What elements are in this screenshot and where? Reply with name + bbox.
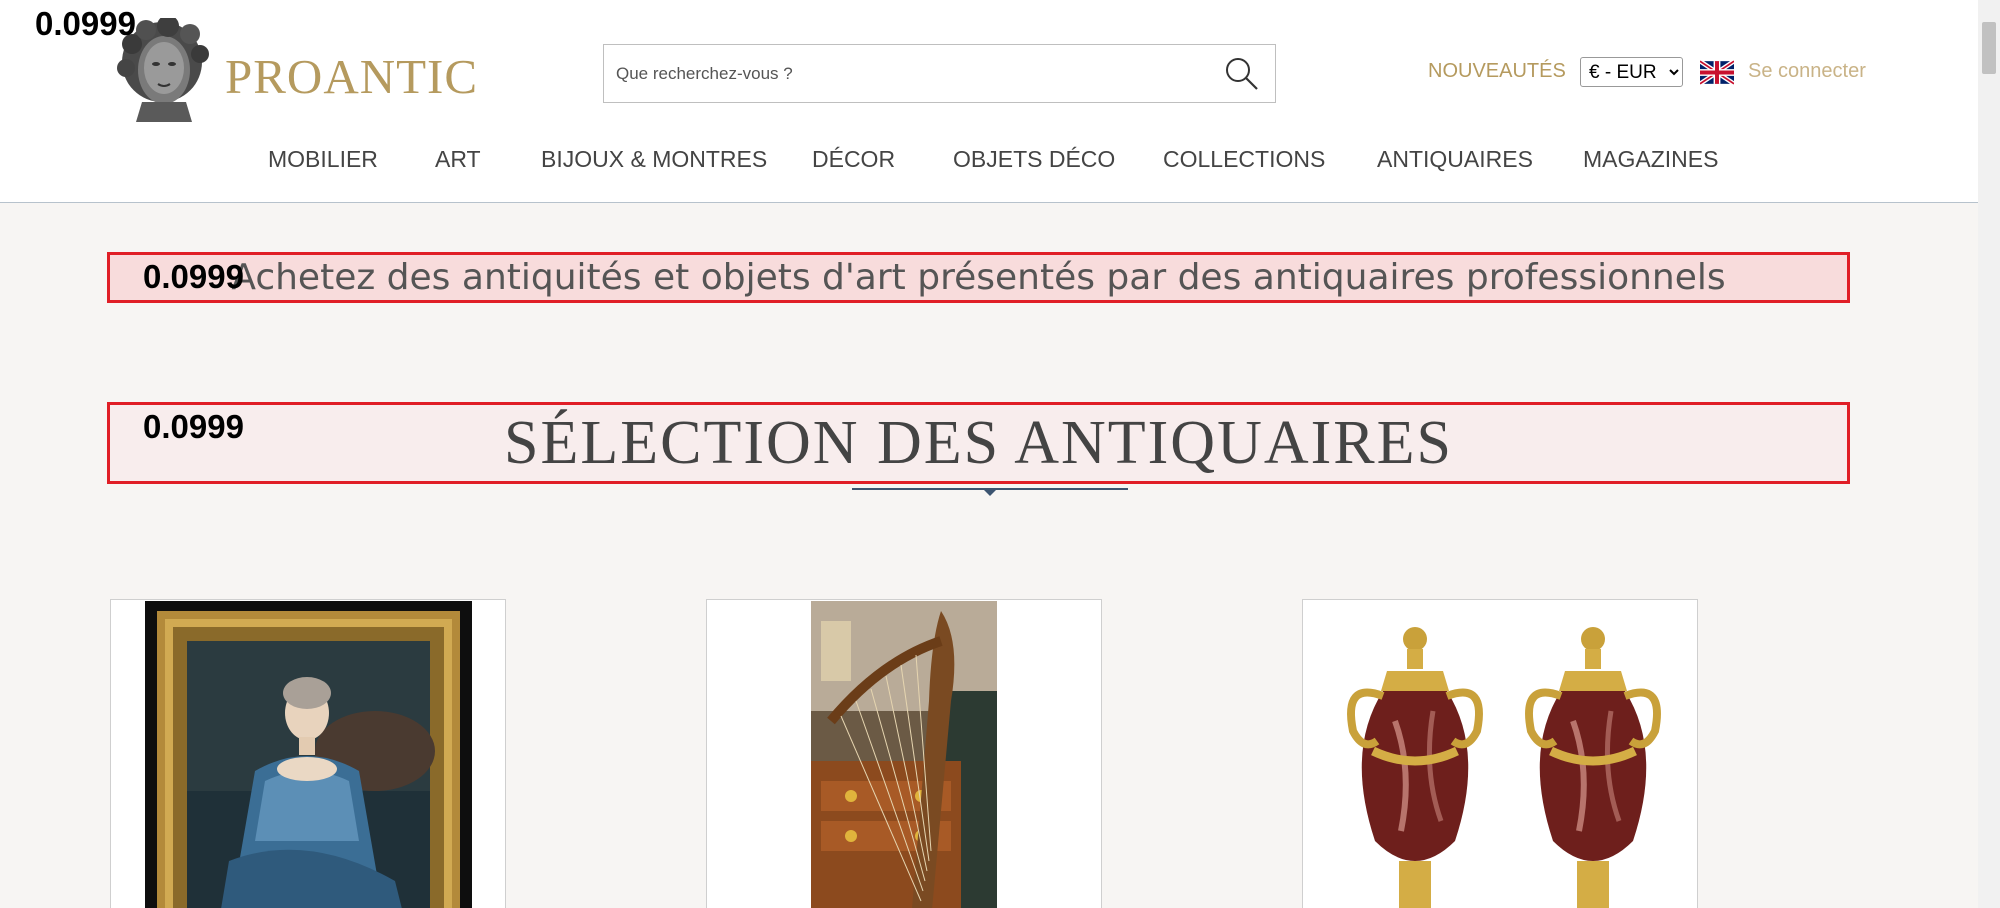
page-scrollbar[interactable] [1978,0,2000,908]
new-arrivals-link[interactable]: NOUVEAUTÉS [1428,60,1566,83]
product-card-vases[interactable] [1302,599,1698,908]
title-divider-arrow-icon [983,489,997,496]
product-card-portrait[interactable] [110,599,506,908]
search-bar [603,44,1276,103]
nav-item-bijoux-montres[interactable]: BIJOUX & MONTRES [541,146,767,173]
scrollbar-thumb[interactable] [1982,22,1996,74]
login-link[interactable]: Se connecter [1748,60,1866,83]
score-label-tagline: 0.0999 [143,258,244,295]
score-label-top: 0.0999 [35,5,136,42]
search-icon[interactable] [1223,55,1261,93]
harp-and-commode-image [811,601,997,908]
tagline-text: Achetez des antiquités et objets d'art p… [231,257,1726,298]
section-title: SÉLECTION DES ANTIQUAIRES [504,409,1453,477]
search-input[interactable] [616,45,1196,102]
nav-item-objets-deco[interactable]: OBJETS DÉCO [953,146,1115,173]
nav-item-decor[interactable]: DÉCOR [812,146,895,173]
tagline-banner: Achetez des antiquités et objets d'art p… [107,252,1850,303]
uk-flag-icon[interactable] [1700,60,1734,85]
nav-item-magazines[interactable]: MAGAZINES [1583,146,1718,173]
site-header: PROANTIC NOUVEAUTÉS € - EUR Se connecter… [0,0,1978,203]
main-nav: MOBILIER ART BIJOUX & MONTRES DÉCOR OBJE… [0,146,1978,186]
nav-item-mobilier[interactable]: MOBILIER [268,146,378,173]
pair-of-marble-vases-image [1303,601,1697,908]
portrait-painting-image [145,601,472,908]
nav-item-antiquaires[interactable]: ANTIQUAIRES [1377,146,1533,173]
score-label-title: 0.0999 [143,408,244,445]
nav-item-art[interactable]: ART [435,146,481,173]
currency-select[interactable]: € - EUR [1580,57,1683,87]
product-card-harp[interactable] [706,599,1102,908]
section-title-banner: SÉLECTION DES ANTIQUAIRES [107,402,1850,484]
nav-item-collections[interactable]: COLLECTIONS [1163,146,1325,173]
brand-name[interactable]: PROANTIC [225,48,478,105]
